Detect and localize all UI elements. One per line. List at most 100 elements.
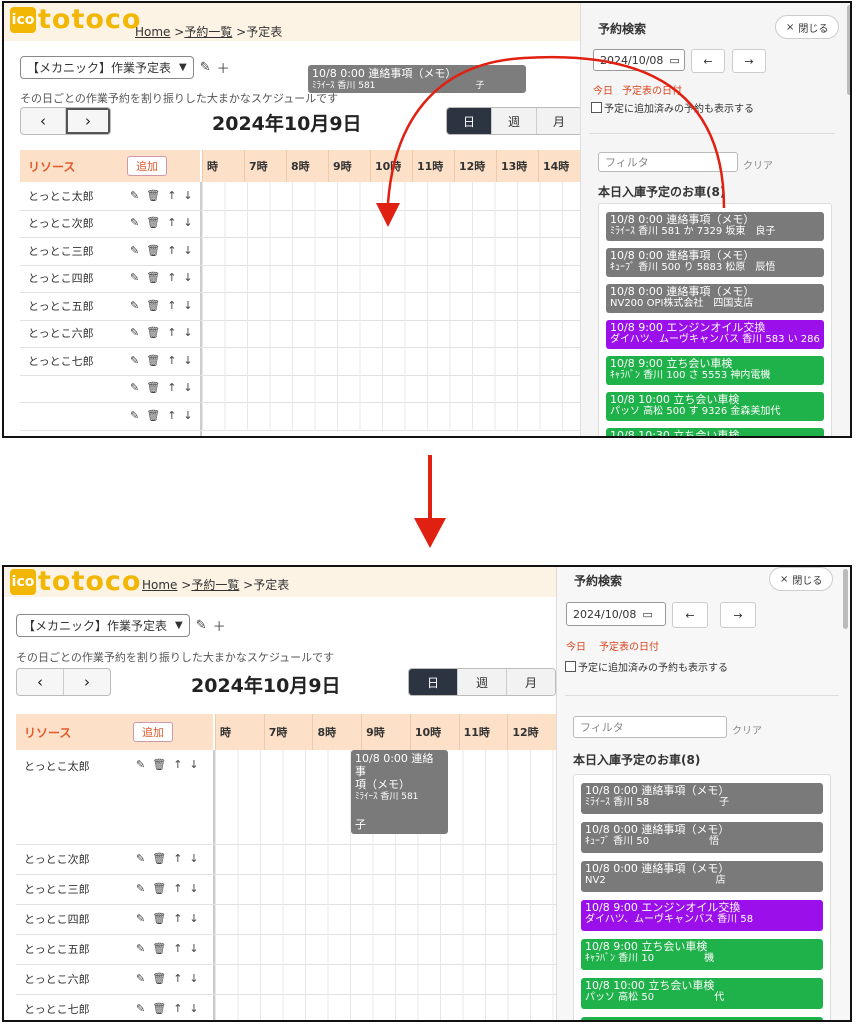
resource-name: とっとこ次郎 (24, 853, 90, 866)
down-arrow-icon[interactable]: ↓ (189, 912, 198, 925)
down-arrow-icon[interactable]: ↓ (189, 852, 198, 865)
resource-tools: ✎ 🗑 ↑ ↓ (136, 972, 199, 985)
trash-icon[interactable]: 🗑 (152, 1002, 166, 1015)
view-month-button[interactable]: 月 (507, 669, 555, 695)
transition-arrow-shaft (428, 455, 432, 523)
breadcrumb-reservations[interactable]: 予約一覧 (191, 578, 239, 592)
logo[interactable]: ico totoco (10, 568, 141, 595)
plus-icon[interactable]: ＋ (213, 616, 226, 635)
search-date-input[interactable]: 2024/10/08 ▭ (566, 602, 666, 626)
up-arrow-icon[interactable]: ↑ (173, 758, 182, 771)
hour-label: 12時 (507, 714, 556, 750)
up-arrow-icon[interactable]: ↑ (173, 1002, 182, 1015)
breadcrumb-home[interactable]: Home (142, 578, 177, 592)
breadcrumb: Home >予約一覧 >予定表 (142, 576, 289, 593)
breadcrumb-sep: > (243, 578, 254, 592)
drag-annotation-arrow (376, 55, 726, 227)
time-cells[interactable] (215, 994, 556, 1020)
arrival-card[interactable]: 10/8 9:00 立ち会い車検 ｷｬﾗﾊﾞﾝ 香川 10 機 (581, 939, 823, 970)
trash-icon[interactable]: 🗑 (152, 852, 166, 865)
arrival-card[interactable]: 10/8 0:00 連絡事項（メモ） ﾐﾗｲｰｽ 香川 58 子 (581, 783, 823, 814)
view-switcher: 日 週 月 (408, 668, 556, 696)
up-arrow-icon[interactable]: ↑ (173, 912, 182, 925)
edit-icon[interactable]: ✎ (196, 618, 207, 633)
add-resource-button[interactable]: 追加 (133, 722, 173, 742)
down-arrow-icon[interactable]: ↓ (189, 882, 198, 895)
arrival-card[interactable] (581, 1017, 823, 1020)
schedule-select[interactable]: 【メカニック】作業予定表 ▼ (16, 614, 190, 637)
edit-icon[interactable]: ✎ (136, 758, 145, 771)
card-detail: NV2 店 (585, 875, 726, 886)
calendar-icon: ▭ (642, 607, 653, 621)
show-added-toggle[interactable]: 予定に追加済みの予約も表示する (565, 659, 728, 674)
resource-row: とっとこ三郎 ✎ 🗑 ↑ ↓ (16, 874, 556, 905)
reservation-search-panel: 予約検索 × 閉じる 2024/10/08 ▭ ← → 今日 予定表の日付 予定に追… (556, 567, 850, 1020)
arrival-card[interactable]: 10/8 10:00 立ち会い車検 パッソ 高松 50 代 (581, 978, 823, 1009)
checkbox[interactable] (565, 661, 576, 672)
panel-scrollbar[interactable] (843, 569, 848, 629)
filter-input[interactable]: フィルタ (573, 716, 727, 738)
time-cells[interactable] (215, 904, 556, 934)
up-arrow-icon[interactable]: ↑ (173, 972, 182, 985)
chevron-down-icon: ▼ (175, 620, 183, 631)
after-screenshot: ico totoco Home >予約一覧 >予定表 【メカニック】作業予定表 ▼… (2, 565, 852, 1022)
prev-day-button[interactable]: ‹ (17, 669, 64, 695)
resource-header: リソース (16, 714, 213, 750)
up-arrow-icon[interactable]: ↑ (173, 882, 182, 895)
card-title: 10/8 9:00 エンジンオイル交換 (585, 901, 741, 914)
down-arrow-icon[interactable]: ↓ (189, 1002, 198, 1015)
close-panel-button[interactable]: × 閉じる (769, 567, 834, 591)
prev-date-button[interactable]: ← (672, 602, 708, 628)
card-title: 10/8 0:00 連絡事項（メモ） (585, 862, 730, 875)
up-arrow-icon[interactable]: ↑ (173, 852, 182, 865)
schedule-date-link[interactable]: 予定表の日付 (599, 638, 659, 653)
date-nav: ‹ › (16, 668, 111, 696)
edit-icon[interactable]: ✎ (136, 882, 145, 895)
today-link[interactable]: 今日 (566, 638, 586, 653)
down-arrow-icon[interactable]: ↓ (189, 758, 198, 771)
schedule-select-row: 【メカニック】作業予定表 ▼ ✎ ＋ (16, 614, 226, 637)
trash-icon[interactable]: 🗑 (152, 972, 166, 985)
up-arrow-icon[interactable]: ↑ (173, 942, 182, 955)
edit-icon[interactable]: ✎ (136, 942, 145, 955)
schedule-description: その日ごとの作業予約を割り振りした大まかなスケジュールです (16, 651, 335, 664)
time-cells[interactable] (215, 874, 556, 904)
down-arrow-icon[interactable]: ↓ (189, 942, 198, 955)
logo-mark: ico (10, 569, 36, 595)
view-week-button[interactable]: 週 (458, 669, 507, 695)
edit-icon[interactable]: ✎ (136, 1002, 145, 1015)
edit-icon[interactable]: ✎ (136, 912, 145, 925)
card-title: 10/8 9:00 立ち会い車検 (585, 940, 708, 953)
arrival-card[interactable]: 10/8 0:00 連絡事項（メモ） ｷｭｰﾌﾞ 香川 50 悟 (581, 822, 823, 853)
arrival-card[interactable]: 10/8 9:00 エンジンオイル交換 ダイハツ、ムーヴキャンバス 香川 58 (581, 900, 823, 931)
resource-row: とっとこ四郎 ✎ 🗑 ↑ ↓ (16, 904, 556, 935)
edit-icon[interactable]: ✎ (136, 852, 145, 865)
event-title-cont: 項（メモ） (355, 778, 410, 791)
next-day-button[interactable]: › (64, 669, 110, 695)
arrival-card[interactable]: 10/8 0:00 連絡事項（メモ） NV2 店 (581, 861, 823, 892)
view-day-button[interactable]: 日 (409, 669, 458, 695)
card-detail: ｷｬﾗﾊﾞﾝ 香川 10 機 (585, 953, 715, 964)
trash-icon[interactable]: 🗑 (152, 882, 166, 895)
edit-icon[interactable]: ✎ (136, 972, 145, 985)
time-cells[interactable] (215, 844, 556, 874)
resource-tools: ✎ 🗑 ↑ ↓ (136, 758, 199, 771)
resource-row: とっとこ次郎 ✎ 🗑 ↑ ↓ (16, 844, 556, 875)
down-arrow-icon[interactable]: ↓ (189, 972, 198, 985)
trash-icon[interactable]: 🗑 (152, 942, 166, 955)
resource-row: とっとこ六郎 ✎ 🗑 ↑ ↓ (16, 964, 556, 995)
trash-icon[interactable]: 🗑 (152, 758, 166, 771)
resource-name: とっとこ七郎 (24, 1003, 90, 1016)
time-cells[interactable] (215, 964, 556, 994)
resource-name: とっとこ四郎 (24, 913, 90, 926)
time-cells[interactable] (215, 934, 556, 964)
trash-icon[interactable]: 🗑 (152, 912, 166, 925)
dropped-event[interactable]: 10/8 0:00 連絡事 項（メモ） ﾐﾗｲｰｽ 香川 581 子 (351, 750, 448, 834)
hour-label: 10時 (409, 714, 459, 750)
resource-name: とっとこ太郎 (24, 760, 90, 773)
event-detail-tail: 子 (355, 818, 366, 831)
clear-filter-button[interactable]: クリア (732, 722, 762, 737)
breadcrumb-sep: > (181, 578, 192, 592)
resource-tools: ✎ 🗑 ↑ ↓ (136, 912, 199, 925)
next-date-button[interactable]: → (720, 602, 756, 628)
